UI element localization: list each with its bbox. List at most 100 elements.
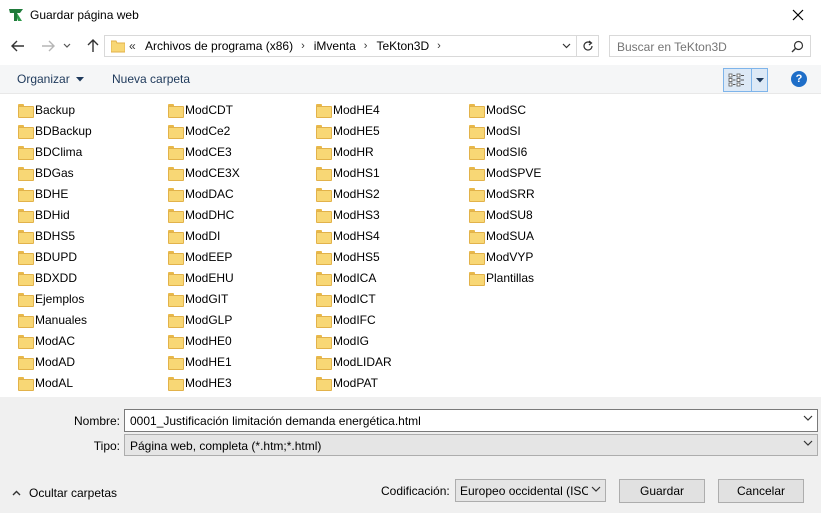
search-icon <box>791 40 804 53</box>
folder-name: ModICT <box>333 291 376 306</box>
folder-name: ModGIT <box>185 291 229 306</box>
folder-column: Backup BDBackup BDClima BDGas BDHE BDHid BDHS5… <box>18 99 92 393</box>
folder-item[interactable]: Plantillas <box>469 267 541 288</box>
folder-item[interactable]: BDHE <box>18 183 92 204</box>
cancel-button[interactable]: Cancelar <box>718 479 804 503</box>
folder-item[interactable]: ModCDT <box>168 99 240 120</box>
help-button[interactable]: ? <box>791 71 807 87</box>
folder-item[interactable]: ModHS5 <box>316 246 392 267</box>
folder-icon <box>469 103 485 118</box>
breadcrumb-separator[interactable]: › <box>364 40 368 52</box>
folder-item[interactable]: ModDHC <box>168 204 240 225</box>
folder-item[interactable]: ModDI <box>168 225 240 246</box>
folder-name: ModCE3X <box>185 165 240 180</box>
folder-item[interactable]: BDUPD <box>18 246 92 267</box>
folder-item[interactable]: ModIFC <box>316 309 392 330</box>
view-dropdown-button[interactable] <box>751 69 767 91</box>
breadcrumb-overflow[interactable]: « <box>129 39 136 53</box>
back-button[interactable] <box>7 36 29 56</box>
folder-item[interactable]: ModHS4 <box>316 225 392 246</box>
folder-item[interactable]: ModSI <box>469 120 541 141</box>
folder-item[interactable]: ModSPVE <box>469 162 541 183</box>
address-bar[interactable]: « Archivos de programa (x86) › iMventa ›… <box>104 35 599 57</box>
folder-item[interactable]: ModHE5 <box>316 120 392 141</box>
folder-item[interactable]: Ejemplos <box>18 288 92 309</box>
up-button[interactable] <box>82 36 104 56</box>
folder-icon <box>469 208 485 223</box>
folder-item[interactable]: ModPAT <box>316 372 392 393</box>
folder-item[interactable]: ModSI6 <box>469 141 541 162</box>
folder-item[interactable]: ModAC <box>18 330 92 351</box>
folder-item[interactable]: Backup <box>18 99 92 120</box>
change-view-button[interactable] <box>723 68 768 92</box>
folder-item[interactable]: ModCe2 <box>168 120 240 141</box>
folder-column: ModCDT ModCe2 ModCE3 ModCE3X ModDAC ModDHC Mod… <box>168 99 240 393</box>
folder-item[interactable]: ModGIT <box>168 288 240 309</box>
folder-item[interactable]: ModHS1 <box>316 162 392 183</box>
folder-item[interactable]: ModAD <box>18 351 92 372</box>
folder-item[interactable]: ModEHU <box>168 267 240 288</box>
folder-item[interactable]: ModHE0 <box>168 330 240 351</box>
chevron-down-icon[interactable] <box>803 415 813 421</box>
folder-item[interactable]: ModVYP <box>469 246 541 267</box>
breadcrumb-item[interactable]: iMventa <box>314 39 356 53</box>
folder-icon <box>168 145 184 160</box>
refresh-button[interactable] <box>576 36 598 56</box>
folder-item[interactable]: BDXDD <box>18 267 92 288</box>
encoding-select[interactable]: Europeo occidental (ISO <box>455 479 606 502</box>
folder-item[interactable]: BDHid <box>18 204 92 225</box>
folder-item[interactable]: ModHS3 <box>316 204 392 225</box>
hide-folders-button[interactable]: Ocultar carpetas <box>12 486 117 500</box>
folder-item[interactable]: BDHS5 <box>18 225 92 246</box>
search-input[interactable] <box>617 40 787 54</box>
folder-item[interactable]: ModIG <box>316 330 392 351</box>
folder-item[interactable]: ModSU8 <box>469 204 541 225</box>
folder-icon <box>168 292 184 307</box>
search-box[interactable] <box>609 35 811 57</box>
folder-icon <box>469 250 485 265</box>
folder-item[interactable]: ModHS2 <box>316 183 392 204</box>
folder-item[interactable]: Manuales <box>18 309 92 330</box>
breadcrumb-separator[interactable]: › <box>301 40 305 52</box>
folder-name: ModIG <box>333 333 370 348</box>
folder-item[interactable]: ModHE3 <box>168 372 240 393</box>
folder-item[interactable]: ModSUA <box>469 225 541 246</box>
breadcrumb-item[interactable]: TeKton3D <box>376 39 429 53</box>
folder-item[interactable]: ModLIDAR <box>316 351 392 372</box>
folder-item[interactable]: ModCE3 <box>168 141 240 162</box>
file-type-select[interactable]: Página web, completa (*.htm;*.html) <box>124 434 818 456</box>
folder-icon <box>168 334 184 349</box>
folder-item[interactable]: ModICA <box>316 267 392 288</box>
folder-item[interactable]: ModGLP <box>168 309 240 330</box>
folder-item[interactable]: BDGas <box>18 162 92 183</box>
forward-button[interactable] <box>37 36 59 56</box>
organize-menu-button[interactable]: Organizar <box>17 72 84 86</box>
folder-item[interactable]: ModDAC <box>168 183 240 204</box>
folder-name: ModAL <box>35 375 74 390</box>
folder-item[interactable]: BDBackup <box>18 120 92 141</box>
save-button[interactable]: Guardar <box>619 479 705 503</box>
breadcrumb-separator[interactable]: › <box>437 40 441 52</box>
file-name-field[interactable]: 0001_Justificación limitación demanda en… <box>124 409 818 432</box>
folder-icon <box>316 145 332 160</box>
address-dropdown-button[interactable] <box>558 38 574 54</box>
folder-name: BDBackup <box>35 123 92 138</box>
recent-locations-button[interactable] <box>60 36 74 56</box>
folder-item[interactable]: ModHE4 <box>316 99 392 120</box>
folder-item[interactable]: ModCE3X <box>168 162 240 183</box>
folder-name: ModHS2 <box>333 186 380 201</box>
folder-item[interactable]: ModICT <box>316 288 392 309</box>
folder-item[interactable]: ModHR <box>316 141 392 162</box>
folder-item[interactable]: ModSRR <box>469 183 541 204</box>
new-folder-button[interactable]: Nueva carpeta <box>112 72 190 86</box>
folder-item[interactable]: ModSC <box>469 99 541 120</box>
close-button[interactable] <box>775 0 821 30</box>
folder-item[interactable]: BDClima <box>18 141 92 162</box>
folder-icon <box>168 208 184 223</box>
folder-icon <box>18 334 34 349</box>
folder-item[interactable]: ModAL <box>18 372 92 393</box>
folder-icon <box>316 376 332 391</box>
breadcrumb-item[interactable]: Archivos de programa (x86) <box>145 39 293 53</box>
folder-item[interactable]: ModEEP <box>168 246 240 267</box>
folder-item[interactable]: ModHE1 <box>168 351 240 372</box>
